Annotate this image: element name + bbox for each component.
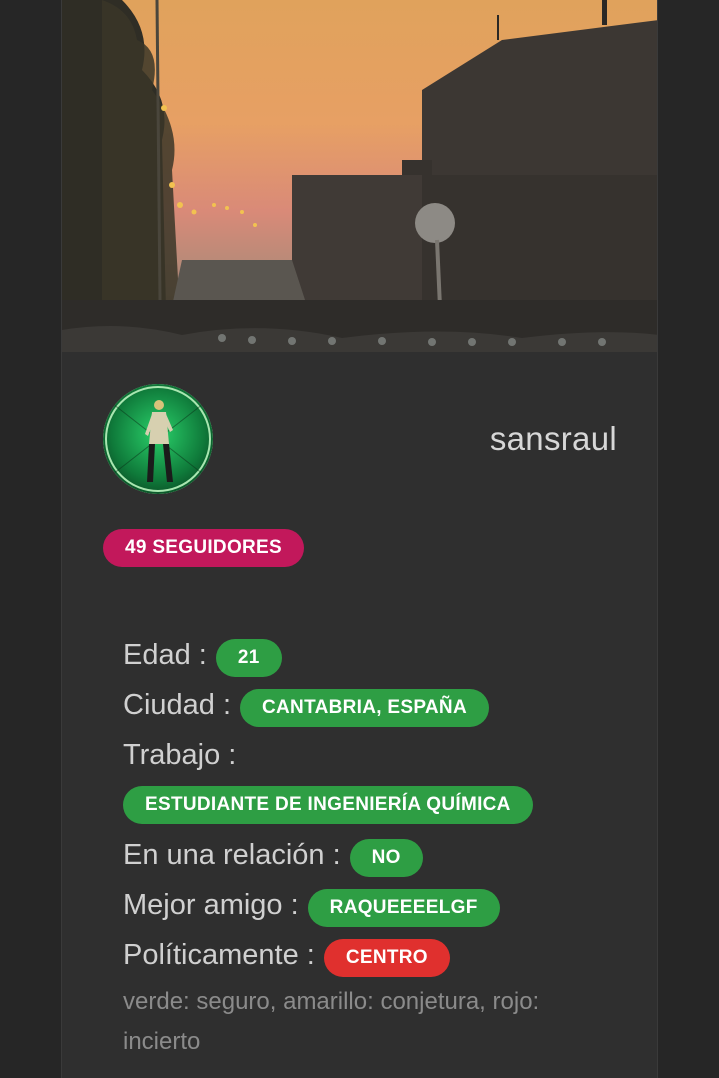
relationship-row: En una relación : NO — [123, 830, 623, 880]
age-label: Edad : — [123, 638, 207, 671]
best-friend-label: Mejor amigo : — [123, 888, 299, 921]
age-row: Edad : 21 — [123, 630, 623, 680]
avatar[interactable] — [103, 384, 213, 494]
politics-row: Políticamente : CENTRO — [123, 930, 623, 980]
cover-photo — [62, 0, 657, 352]
color-legend: verde: seguro, amarillo: conjetura, rojo… — [123, 988, 540, 1055]
city-label: Ciudad : — [123, 688, 232, 721]
followers-badge[interactable]: 49 SEGUIDORES — [103, 529, 305, 567]
job-row: Trabajo : — [123, 730, 623, 780]
city-value-badge: CANTABRIA, ESPAÑA — [240, 689, 489, 727]
profile-details: Edad : 21 Ciudad : CANTABRIA, ESPAÑA Tra… — [123, 630, 623, 1062]
age-value-badge: 21 — [215, 639, 282, 677]
page: sansraul 49 SEGUIDORES Edad : 21 Ciudad … — [0, 0, 719, 1078]
politics-label: Políticamente : — [123, 938, 315, 971]
best-friend-row: Mejor amigo : RAQUEEEELGF — [123, 880, 623, 930]
relationship-label: En una relación : — [123, 838, 341, 871]
job-value-row: ESTUDIANTE DE INGENIERÍA QUÍMICA — [123, 780, 623, 830]
relationship-value-badge: NO — [349, 839, 423, 877]
job-value-badge: ESTUDIANTE DE INGENIERÍA QUÍMICA — [123, 786, 533, 824]
profile-card: sansraul 49 SEGUIDORES Edad : 21 Ciudad … — [61, 0, 658, 1078]
best-friend-value-badge[interactable]: RAQUEEEELGF — [307, 889, 500, 927]
politics-value-badge: CENTRO — [323, 939, 450, 977]
username: sansraul — [489, 420, 617, 457]
city-row: Ciudad : CANTABRIA, ESPAÑA — [123, 680, 623, 730]
job-label: Trabajo : — [123, 738, 237, 771]
